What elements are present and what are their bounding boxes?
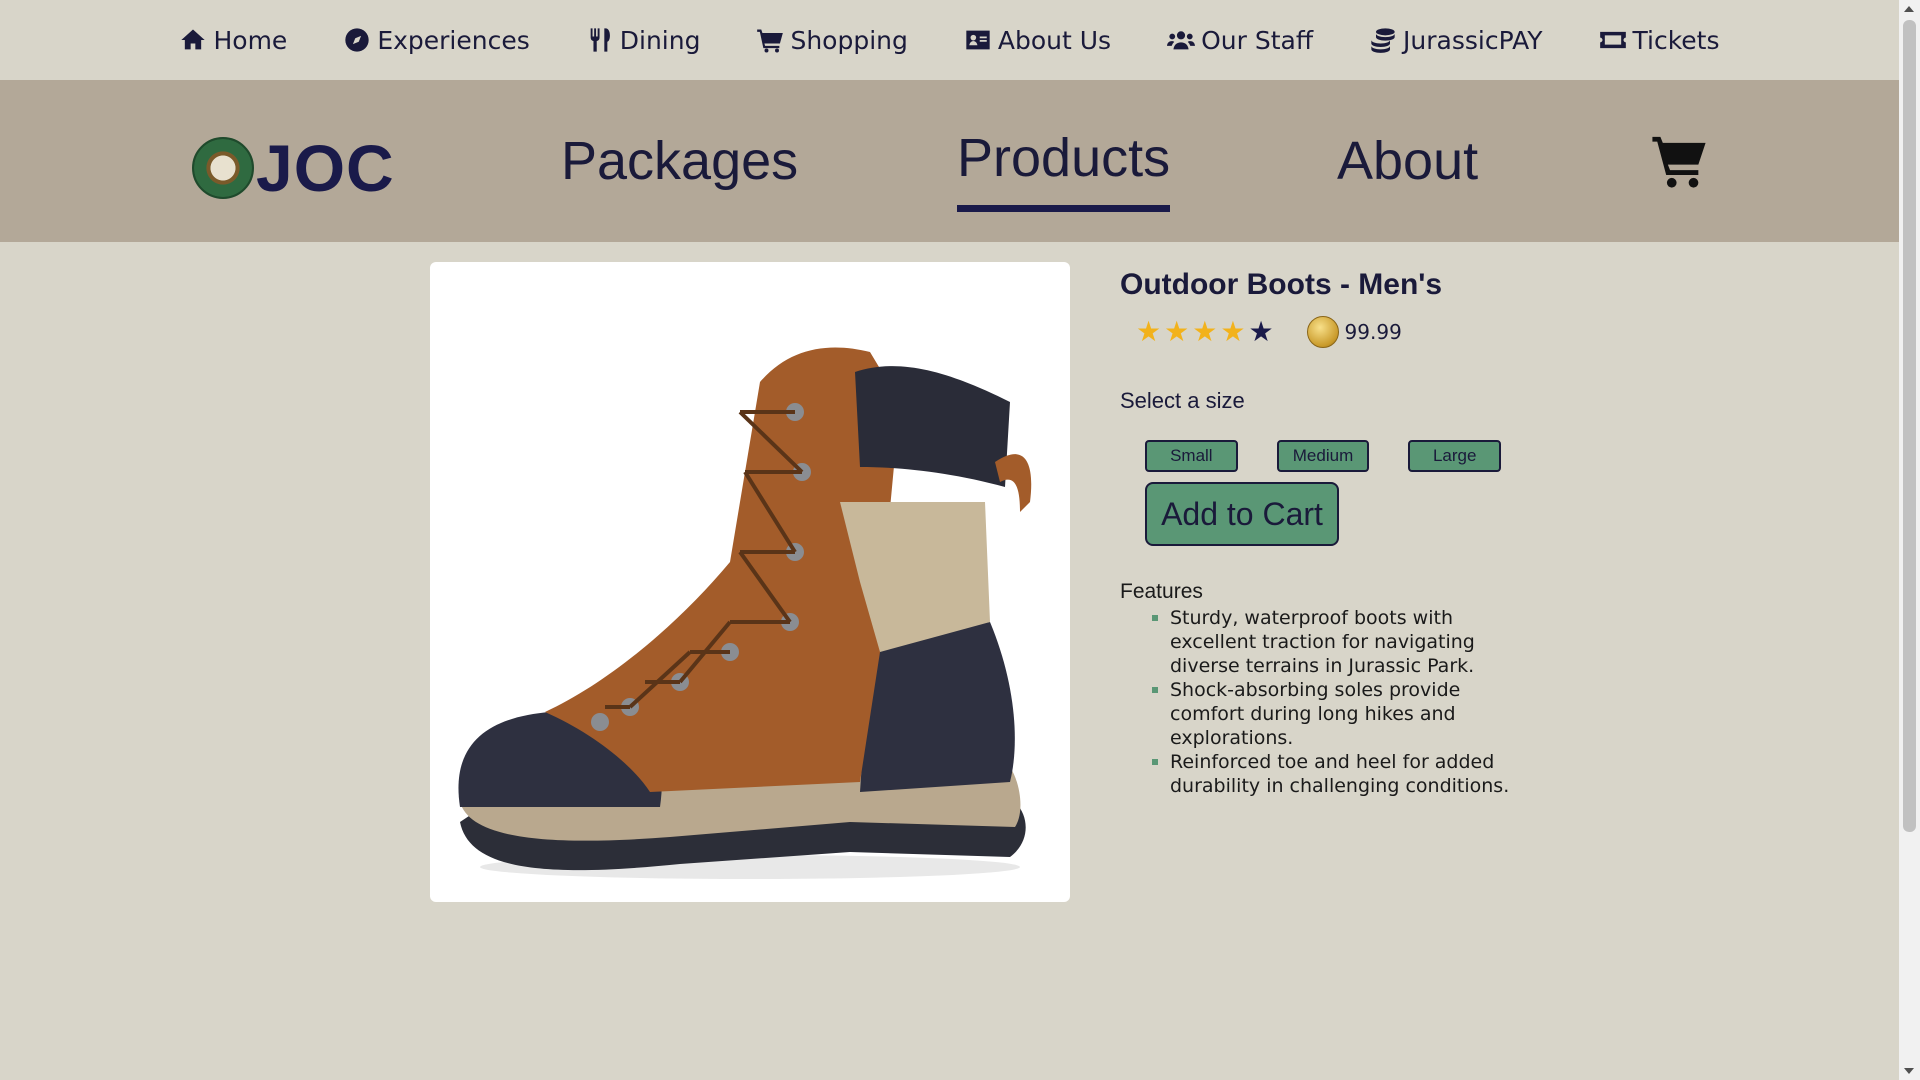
shopping-cart-icon	[757, 29, 784, 53]
top-nav-label: About Us	[997, 25, 1112, 55]
top-nav-about-us[interactable]: About Us	[964, 26, 1111, 55]
active-tab-underline	[957, 205, 1171, 212]
size-options: Small Medium Large	[1145, 440, 1540, 472]
product-title: Outdoor Boots - Men's	[1120, 268, 1443, 301]
ticket-icon	[1599, 31, 1626, 49]
compass-icon	[345, 28, 369, 52]
top-nav-label: Our Staff	[1201, 25, 1314, 55]
size-button-small[interactable]: Small	[1145, 440, 1238, 472]
page: Home Experiences Dining Shopping About U…	[0, 0, 1920, 1080]
main-nav-about[interactable]: About	[1337, 130, 1478, 192]
top-nav-tickets[interactable]: Tickets	[1599, 26, 1720, 55]
top-nav-shopping[interactable]: Shopping	[756, 25, 908, 55]
star-filled-icon: ★	[1192, 315, 1218, 348]
vertical-scrollbar[interactable]	[1899, 0, 1920, 1080]
star-filled-icon: ★	[1164, 315, 1190, 348]
scroll-down-arrow-icon[interactable]	[1904, 1068, 1914, 1074]
users-icon	[1167, 31, 1196, 50]
utensils-icon	[590, 28, 610, 52]
cart-icon[interactable]	[1650, 132, 1708, 190]
add-to-cart-button[interactable]: Add to Cart	[1145, 482, 1339, 546]
feature-item: Shock-absorbing soles provide comfort du…	[1152, 678, 1520, 750]
top-nav-jurassicpay[interactable]: JurassicPAY	[1369, 25, 1543, 55]
logo-badge-icon	[192, 137, 254, 199]
product-price: 99.99	[1344, 320, 1402, 344]
feature-item: Sturdy, waterproof boots with excellent …	[1152, 606, 1520, 678]
home-icon	[181, 29, 206, 50]
top-nav-label: Tickets	[1632, 25, 1720, 55]
coin-icon	[1306, 316, 1339, 348]
main-header: JOC Packages Products About	[0, 80, 1899, 242]
top-nav-label: Home	[213, 25, 288, 55]
top-nav: Home Experiences Dining Shopping About U…	[0, 0, 1899, 80]
star-filled-icon: ★	[1220, 315, 1246, 348]
top-nav-label: Dining	[619, 25, 701, 55]
size-label: Select a size	[1120, 388, 1245, 413]
id-card-icon	[966, 30, 990, 50]
boot-image	[458, 347, 1032, 879]
product-image	[430, 262, 1070, 902]
features-list: Sturdy, waterproof boots with excellent …	[1120, 606, 1540, 798]
top-nav-experiences[interactable]: Experiences	[343, 25, 530, 55]
main-nav-products[interactable]: Products	[957, 127, 1171, 212]
top-nav-our-staff[interactable]: Our Staff	[1167, 26, 1313, 55]
rating-row: ★ ★ ★ ★ ★ 99.99	[1136, 316, 1540, 348]
product-info: Outdoor Boots - Men's ★ ★ ★ ★ ★ 99.99 Se…	[1120, 262, 1540, 798]
top-nav-label: JurassicPAY	[1403, 25, 1543, 55]
main-nav-products-label: Products	[957, 128, 1171, 188]
star-empty-icon: ★	[1248, 315, 1274, 348]
star-filled-icon: ★	[1136, 315, 1162, 348]
size-button-medium[interactable]: Medium	[1276, 440, 1370, 472]
top-nav-dining[interactable]: Dining	[586, 25, 701, 55]
feature-item: Reinforced toe and heel for added durabi…	[1152, 750, 1520, 798]
size-button-large[interactable]: Large	[1408, 440, 1502, 472]
top-nav-label: Experiences	[377, 25, 530, 55]
main-nav-packages[interactable]: Packages	[561, 130, 798, 192]
logo[interactable]: JOC	[192, 130, 395, 206]
top-nav-label: Shopping	[790, 25, 908, 55]
coins-icon	[1371, 28, 1395, 53]
logo-text: JOC	[256, 131, 395, 205]
features-title: Features	[1120, 580, 1203, 603]
scroll-thumb[interactable]	[1903, 20, 1916, 832]
top-nav-home[interactable]: Home	[179, 26, 287, 55]
scroll-up-arrow-icon[interactable]	[1904, 6, 1914, 12]
